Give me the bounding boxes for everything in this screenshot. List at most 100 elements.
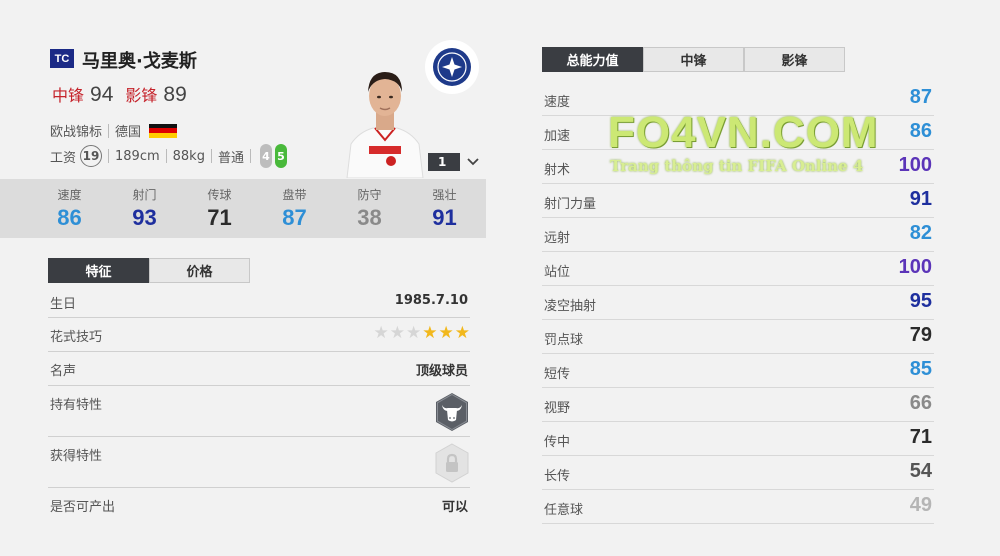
list-item: 获得特性 xyxy=(48,437,470,488)
owned-traits-label: 持有特性 xyxy=(50,398,103,413)
tab-second-striker[interactable]: 影锋 xyxy=(744,47,845,72)
season-emblem-icon xyxy=(425,40,479,94)
divider xyxy=(108,149,110,163)
player-name: 马里奥·戈麦斯 xyxy=(82,51,197,72)
stat-value: 93 xyxy=(132,205,157,230)
stat-value: 86 xyxy=(57,205,82,230)
player-portrait xyxy=(345,62,425,178)
attribute-row: 远射 82 xyxy=(542,218,934,252)
strong-foot-badge: 5 xyxy=(274,144,287,168)
attribute-label: 视野 xyxy=(544,401,571,416)
divider xyxy=(108,123,110,138)
attribute-row: 长传 54 xyxy=(542,456,934,490)
chevron-down-icon[interactable] xyxy=(466,154,480,168)
attribute-row: 凌空抽射 95 xyxy=(542,286,934,320)
attribute-label: 远射 xyxy=(544,231,571,246)
attribute-value: 54 xyxy=(909,460,932,482)
league-label: 欧战锦标 xyxy=(50,125,103,140)
list-item: 名声 顶级球员 xyxy=(48,352,470,386)
stat-column: 速度 86 xyxy=(32,179,107,238)
attribute-label: 射门力量 xyxy=(544,197,597,212)
attribute-row: 站位 100 xyxy=(542,252,934,286)
star-filled-icon: ★ xyxy=(422,323,438,343)
skill-moves-label: 花式技巧 xyxy=(50,330,103,345)
list-item: 生日 1985.7.10 xyxy=(48,285,470,318)
reputation-value: 顶级球员 xyxy=(415,364,468,379)
stat-label: 射门 xyxy=(132,188,157,202)
attribute-label: 加速 xyxy=(544,129,571,144)
stat-label: 传球 xyxy=(207,188,232,202)
attribute-row: 视野 66 xyxy=(542,388,934,422)
height-value: 189cm xyxy=(115,148,160,164)
stat-label: 盘带 xyxy=(282,188,307,202)
attribute-row: 罚点球 79 xyxy=(542,320,934,354)
birthday-value: 1985.7.10 xyxy=(394,293,468,308)
attribute-value: 91 xyxy=(909,188,932,210)
league-nation-row: 欧战锦标 德国 xyxy=(50,121,178,140)
attribute-value: 100 xyxy=(898,154,932,176)
salary-label: 工资 xyxy=(50,150,77,166)
stat-column: 射门 93 xyxy=(107,179,182,238)
attribute-label: 射术 xyxy=(544,163,571,178)
position-name: 影锋 xyxy=(125,86,158,105)
stat-value: 38 xyxy=(357,205,382,230)
attribute-label: 传中 xyxy=(544,435,571,450)
main-stats-band: 速度 86 射门 93 传球 71 盘带 87 防守 38 强壮 91 xyxy=(0,179,486,238)
traits-list: 生日 1985.7.10 花式技巧 ★ ★ ★ ★ ★ ★ 名声 顶级球员 持有特性 获得… xyxy=(48,285,470,522)
divider xyxy=(249,149,251,163)
attribute-value: 85 xyxy=(909,358,932,380)
tab-traits[interactable]: 特征 xyxy=(48,258,149,283)
attribute-label: 速度 xyxy=(544,95,571,110)
germany-flag-icon xyxy=(149,123,178,138)
attribute-value: 86 xyxy=(909,120,932,142)
stat-value: 71 xyxy=(207,205,232,230)
export-label: 是否可产出 xyxy=(50,500,116,515)
tab-overall-attributes[interactable]: 总能力值 xyxy=(542,47,643,72)
body-type-value: 普通 xyxy=(217,150,244,166)
star-filled-icon: ★ xyxy=(438,323,454,343)
watermark-title: FO4VN.COM xyxy=(608,108,879,157)
nation-label: 德国 xyxy=(115,125,142,140)
birthday-label: 生日 xyxy=(50,297,77,312)
lock-icon xyxy=(434,443,470,487)
attribute-row: 射门力量 91 xyxy=(542,184,934,218)
physical-info-row: 工资 19 189cm 88kg 普通 4 5 xyxy=(50,144,287,168)
export-value: 可以 xyxy=(441,500,468,515)
attribute-label: 罚点球 xyxy=(544,333,584,348)
attribute-value: 49 xyxy=(909,494,932,516)
attribute-value: 95 xyxy=(909,290,932,312)
star-empty-icon: ★ xyxy=(389,323,405,343)
acquired-traits-label: 获得特性 xyxy=(50,449,103,464)
position-rating: 94 xyxy=(90,83,114,106)
attribute-value: 79 xyxy=(909,324,932,346)
salary-badge: 19 xyxy=(80,145,103,167)
bull-icon[interactable] xyxy=(434,392,470,436)
stat-label: 速度 xyxy=(57,188,82,202)
star-empty-icon: ★ xyxy=(373,323,389,343)
attribute-value: 100 xyxy=(898,256,932,278)
stat-column: 强壮 91 xyxy=(407,179,482,238)
list-item: 是否可产出 可以 xyxy=(48,488,470,522)
attribute-label: 站位 xyxy=(544,265,571,280)
stat-label: 强壮 xyxy=(432,188,457,202)
attribute-value: 71 xyxy=(909,426,932,448)
attribute-row: 传中 71 xyxy=(542,422,934,456)
attribute-label: 短传 xyxy=(544,367,571,382)
skill-moves-stars: ★ ★ ★ ★ ★ ★ xyxy=(373,323,471,343)
info-tabs: 特征 价格 xyxy=(48,258,250,283)
divider xyxy=(165,149,167,163)
tab-price[interactable]: 价格 xyxy=(149,258,250,283)
attribute-label: 凌空抽射 xyxy=(544,299,597,314)
stat-column: 传球 71 xyxy=(182,179,257,238)
attribute-value: 82 xyxy=(909,222,932,244)
tab-striker[interactable]: 中锋 xyxy=(643,47,744,72)
weak-foot-badge: 4 xyxy=(259,144,272,168)
attribute-label: 长传 xyxy=(544,469,571,484)
star-empty-icon: ★ xyxy=(406,323,422,343)
attribute-value: 66 xyxy=(909,392,932,414)
stat-column: 盘带 87 xyxy=(257,179,332,238)
position-rating: 89 xyxy=(163,83,187,106)
stat-value: 87 xyxy=(282,205,307,230)
stat-label: 防守 xyxy=(357,188,382,202)
upgrade-level-box[interactable]: 1 xyxy=(428,153,460,171)
